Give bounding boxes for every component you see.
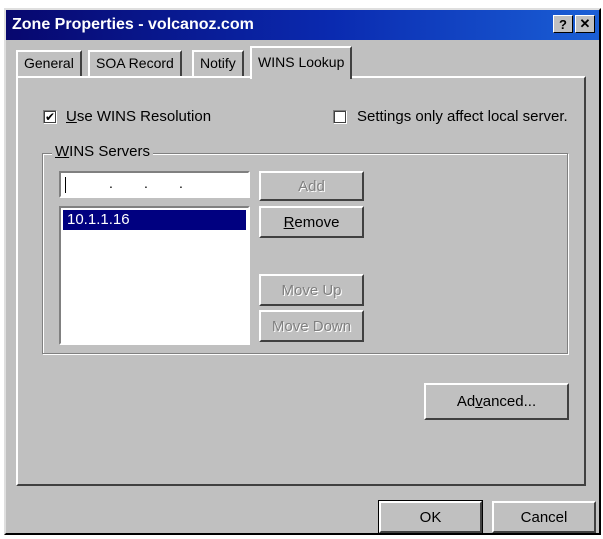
- tab-general[interactable]: General: [16, 50, 82, 76]
- remove-label: emove: [294, 213, 340, 231]
- advanced-label-post: anced...: [482, 393, 537, 410]
- ip-placeholder: . . .: [109, 175, 183, 191]
- list-item[interactable]: 10.1.1.16: [63, 210, 246, 230]
- ok-button[interactable]: OK: [378, 500, 483, 534]
- group-title-text: INS Servers: [69, 143, 151, 160]
- local-only-checkbox[interactable]: [333, 110, 347, 124]
- wins-servers-title: WINS Servers: [52, 143, 154, 160]
- move-up-button[interactable]: Move Up: [259, 274, 364, 306]
- tab-notify[interactable]: Notify: [192, 50, 244, 76]
- tab-soa-record[interactable]: SOA Record: [88, 50, 182, 76]
- text-caret: [65, 177, 66, 193]
- remove-accesskey: R: [283, 213, 295, 231]
- use-wins-label[interactable]: Use WINS Resolution: [66, 108, 211, 125]
- advanced-accesskey: v: [475, 393, 483, 410]
- local-only-label[interactable]: Settings only affect local server.: [357, 108, 568, 125]
- move-down-button[interactable]: Move Down: [259, 310, 364, 342]
- advanced-label-pre: Ad: [456, 393, 476, 410]
- ip-address-input[interactable]: . . .: [59, 171, 250, 198]
- use-wins-label-text: se WINS Resolution: [76, 108, 212, 125]
- close-button[interactable]: ✕: [575, 15, 595, 33]
- add-button[interactable]: Add: [259, 171, 364, 201]
- title-buttons: ? ✕: [553, 15, 595, 33]
- tab-wins-lookup[interactable]: WINS Lookup: [250, 46, 353, 79]
- help-button[interactable]: ?: [553, 15, 573, 33]
- advanced-button[interactable]: Ad v anced...: [424, 383, 569, 420]
- use-wins-accesskey: U: [66, 108, 77, 125]
- title-bar[interactable]: Zone Properties - volcanoz.com ? ✕: [6, 10, 599, 40]
- window-title: Zone Properties - volcanoz.com: [12, 16, 254, 33]
- cancel-button[interactable]: Cancel: [492, 501, 596, 533]
- use-wins-checkbox[interactable]: ✔: [43, 110, 57, 124]
- wins-servers-list[interactable]: 10.1.1.16: [59, 206, 250, 345]
- remove-button[interactable]: Remove: [259, 206, 364, 238]
- group-accesskey: W: [55, 143, 70, 160]
